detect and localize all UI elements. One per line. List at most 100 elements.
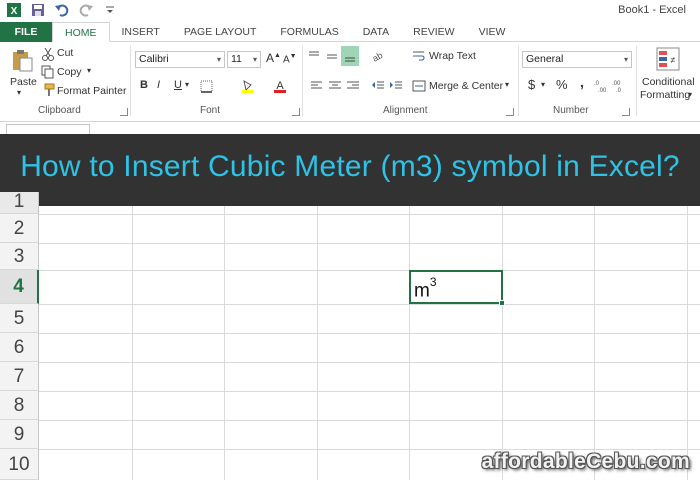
conditional-formatting-label: Formatting (640, 89, 691, 101)
orientation-icon[interactable]: ab (370, 48, 386, 64)
row-header[interactable]: 5 (0, 304, 39, 333)
row-header[interactable]: 2 (0, 214, 39, 243)
grid-line (39, 391, 700, 392)
copy-dropdown-icon[interactable]: ▾ (87, 66, 91, 75)
decrease-indent-icon[interactable] (370, 78, 386, 94)
clipboard-launcher-icon[interactable] (120, 108, 128, 116)
grid-line (594, 206, 595, 480)
merge-center-button[interactable]: Merge & Center (429, 80, 503, 92)
grid-line (687, 206, 688, 480)
tab-page-layout[interactable]: PAGE LAYOUT (172, 22, 269, 42)
row-header[interactable]: 3 (0, 243, 39, 270)
comma-button[interactable]: , (580, 74, 584, 90)
paste-button[interactable]: Paste (10, 76, 37, 88)
alignment-launcher-icon[interactable] (506, 108, 514, 116)
row-header[interactable]: 10 (0, 449, 39, 480)
cut-button[interactable]: Cut (57, 47, 73, 59)
customize-icon[interactable] (102, 2, 118, 18)
number-group-label: Number (553, 105, 589, 116)
paste-icon[interactable] (10, 48, 34, 72)
grid-line (39, 304, 700, 305)
merge-dropdown-icon[interactable]: ▾ (505, 80, 509, 89)
merge-center-icon[interactable] (411, 78, 427, 94)
ribbon-divider (302, 46, 303, 116)
ribbon-tabs: FILE HOME INSERT PAGE LAYOUT FORMULAS DA… (0, 22, 700, 42)
tab-view[interactable]: VIEW (467, 22, 518, 42)
conditional-dropdown-icon[interactable]: ▾ (688, 90, 692, 99)
currency-dropdown-icon[interactable]: ▾ (541, 80, 545, 89)
align-top-icon[interactable] (306, 48, 322, 64)
svg-text:.00: .00 (598, 88, 607, 93)
font-size-select[interactable]: 11 ▾ (227, 51, 261, 68)
tab-data[interactable]: DATA (351, 22, 401, 42)
undo-icon[interactable] (54, 2, 70, 18)
redo-icon[interactable] (78, 2, 94, 18)
ribbon-divider (130, 46, 131, 116)
grid-line (39, 333, 700, 334)
underline-dropdown-icon[interactable]: ▾ (185, 80, 189, 89)
font-name-select[interactable]: Calibri ▾ (135, 51, 225, 68)
align-left-icon[interactable] (309, 78, 325, 94)
paste-dropdown-icon[interactable]: ▾ (17, 88, 21, 97)
number-format-select[interactable]: General ▾ (522, 51, 632, 68)
cut-icon[interactable] (40, 46, 56, 62)
row-header[interactable]: 1 (0, 192, 39, 214)
tab-insert[interactable]: INSERT (110, 22, 172, 42)
currency-button[interactable]: $ (528, 77, 535, 92)
font-group-label: Font (200, 105, 221, 116)
save-icon[interactable] (30, 2, 46, 18)
title-banner: How to Insert Cubic Meter (m3) symbol in… (0, 134, 700, 206)
row-header[interactable]: 7 (0, 362, 39, 391)
italic-button[interactable]: I (157, 79, 160, 91)
number-launcher-icon[interactable] (622, 108, 630, 116)
grid-line (39, 243, 700, 244)
wrap-text-icon[interactable] (411, 48, 427, 64)
svg-text:ab: ab (371, 50, 385, 63)
format-painter-button[interactable]: Format Painter (57, 85, 126, 97)
excel-logo-icon: X (6, 2, 22, 18)
ribbon-divider (518, 46, 519, 116)
align-middle-icon[interactable] (324, 48, 340, 64)
align-center-icon[interactable] (327, 78, 343, 94)
borders-icon[interactable] (198, 78, 214, 94)
clipboard-group-label: Clipboard (38, 105, 81, 116)
fill-color-icon[interactable] (240, 78, 256, 94)
bold-button[interactable]: B (140, 79, 148, 91)
cell-value[interactable]: m3 (414, 275, 437, 302)
increase-indent-icon[interactable] (388, 78, 404, 94)
row-header[interactable]: 9 (0, 420, 39, 449)
number-format-value: General (526, 53, 564, 65)
row-header[interactable]: 8 (0, 391, 39, 420)
grow-font-icon[interactable]: A▲ (266, 51, 281, 65)
row-header[interactable]: 6 (0, 333, 39, 362)
copy-button[interactable]: Copy (57, 66, 82, 78)
svg-text:.0: .0 (594, 81, 600, 87)
tab-file[interactable]: FILE (0, 22, 52, 42)
tab-formulas[interactable]: FORMULAS (268, 22, 350, 42)
copy-icon[interactable] (40, 64, 56, 80)
wrap-text-button[interactable]: Wrap Text (429, 50, 476, 62)
fill-handle[interactable] (499, 300, 505, 306)
svg-text:X: X (11, 6, 18, 17)
font-launcher-icon[interactable] (292, 108, 300, 116)
shrink-font-icon[interactable]: A▼ (283, 53, 297, 65)
conditional-formatting-button[interactable]: Conditional (642, 76, 695, 88)
format-painter-icon[interactable] (40, 82, 56, 98)
underline-button[interactable]: U (174, 79, 182, 91)
decrease-decimal-icon[interactable]: .00.0 (612, 78, 628, 94)
conditional-formatting-icon[interactable]: ≠ (655, 46, 681, 72)
tab-review[interactable]: REVIEW (401, 22, 466, 42)
tab-home[interactable]: HOME (52, 22, 110, 42)
align-right-icon[interactable] (345, 78, 361, 94)
spreadsheet-grid[interactable]: 1 2 3 4 5 6 7 8 9 10 m3 (0, 192, 700, 480)
grid-line (39, 362, 700, 363)
grid-line (39, 214, 700, 215)
font-color-icon[interactable]: A (272, 78, 288, 94)
increase-decimal-icon[interactable]: .0.00 (594, 78, 610, 94)
title-bar: X Book1 - Excel (0, 0, 700, 22)
row-header-selected[interactable]: 4 (0, 270, 39, 304)
cell-value-superscript: 3 (429, 275, 437, 289)
banner-title: How to Insert Cubic Meter (m3) symbol in… (20, 150, 680, 183)
align-bottom-icon[interactable] (341, 46, 359, 66)
percent-button[interactable]: % (556, 77, 568, 92)
